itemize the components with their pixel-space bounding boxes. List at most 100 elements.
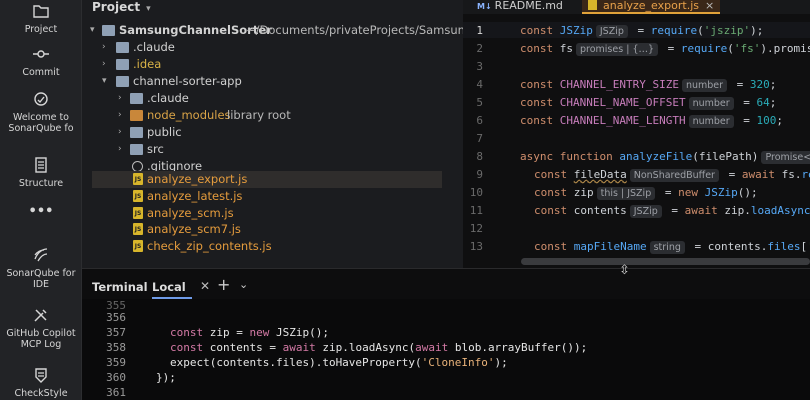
tree-item-analyze-scm[interactable]: JS analyze_scm.js (82, 205, 463, 222)
tree-item-src[interactable]: › src (82, 141, 463, 158)
line-number: 5 (476, 96, 483, 109)
chevron-right-icon[interactable]: › (118, 141, 128, 158)
add-terminal-icon[interactable]: + (217, 275, 230, 294)
tree-item-analyze-latest[interactable]: JS analyze_latest.js (82, 188, 463, 205)
activity-project[interactable]: Project (0, 2, 82, 35)
commit-icon (32, 45, 50, 63)
tree-item-label: .claude (133, 40, 175, 54)
js-file-icon: JS (133, 173, 143, 185)
activity-label: Structure (18, 178, 64, 189)
tree-item-root[interactable]: ▾ SamsungChannelSorter ~/Documents/priva… (82, 22, 463, 39)
activity-label: Project (24, 24, 58, 35)
tree-item-label: analyze_scm7.js (147, 222, 241, 236)
tree-item-analyze-export[interactable]: JS analyze_export.js (92, 171, 442, 188)
tree-item-label: .claude (147, 91, 189, 105)
activity-sonarqube-welcome[interactable]: Welcome to SonarQube fo (0, 90, 82, 134)
code-line: const JSZip JSZip = require('jszip'); (520, 24, 764, 38)
line-number: 13 (469, 240, 483, 253)
chevron-right-icon[interactable]: › (118, 90, 128, 107)
line-number: 6 (476, 114, 483, 127)
project-title: Project (92, 0, 141, 14)
more-icon[interactable]: ••• (0, 205, 82, 218)
tree-item-analyze-scm7[interactable]: JS analyze_scm7.js (82, 221, 463, 238)
code-line: async function analyzeFile(filePath) Prom… (520, 150, 810, 164)
terminal-tab-local[interactable]: Local (152, 280, 186, 294)
resize-handle-icon[interactable]: ⇳ (619, 263, 630, 278)
tree-item-label: .idea (133, 57, 162, 71)
activity-label: Commit (22, 67, 60, 78)
terminal-line: }); (156, 371, 176, 384)
js-file-icon: JS (133, 223, 143, 235)
tree-item-public[interactable]: › public (82, 124, 463, 141)
chevron-right-icon[interactable]: › (102, 56, 112, 73)
tree-item-label: analyze_export.js (147, 172, 248, 186)
code-line: const contents JSZip = await zip.loadAsyn… (534, 204, 810, 218)
terminal-panel: Terminal Local ✕ + ⌄ ⇳ 355 356 357 358 3… (82, 263, 810, 400)
editor-panel: M↓ README.md analyze_export.js × 1 2 3 4 5… (463, 0, 810, 268)
activity-checkstyle[interactable]: CheckStyle (0, 366, 82, 399)
inlay-hint: this | JSZip (596, 187, 656, 200)
js-file-icon: JS (133, 207, 143, 219)
inlay-hint: JSZip (595, 25, 628, 38)
code-line: const CHANNEL_NAME_OFFSET number = 64; (520, 96, 777, 110)
tree-item-claude[interactable]: › .claude (82, 39, 463, 56)
folder-icon (130, 93, 143, 104)
tree-item-check-zip-contents[interactable]: JS check_zip_contents.js (82, 238, 463, 255)
code-line: const mapFileName string = contents.files… (534, 240, 810, 254)
terminal-line-number: 357 (106, 326, 126, 339)
tree-item-suffix: library root (227, 108, 291, 122)
tree-item-label: check_zip_contents.js (147, 239, 272, 253)
tree-item-path: ~/Documents/privateProjects/SamsungC (246, 23, 463, 37)
terminal-title: Terminal (92, 280, 148, 294)
close-icon[interactable]: ✕ (200, 279, 210, 293)
line-number: 8 (476, 150, 483, 163)
chevron-down-icon: ▾ (146, 4, 151, 14)
activity-copilot-mcp-log[interactable]: GitHub Copilot MCP Log (0, 306, 82, 350)
terminal-header: Terminal Local ✕ + ⌄ ⇳ (82, 263, 810, 299)
tree-item-node-modules[interactable]: › node_modules library root (82, 107, 463, 124)
folder-icon (116, 42, 129, 53)
code-line: const zip this | JSZip = new JSZip(); (534, 186, 758, 200)
close-icon[interactable]: × (705, 0, 714, 12)
tree-item-claude-nested[interactable]: › .claude (82, 90, 463, 107)
tab-readme[interactable]: M↓ README.md (473, 0, 567, 14)
horizontal-scrollbar[interactable] (521, 258, 810, 265)
terminal-line: const zip = new JSZip(); (170, 326, 329, 339)
project-header[interactable]: Project ▾ (92, 0, 151, 14)
tools-icon (32, 306, 50, 324)
activity-sonarqube[interactable]: SonarQube for IDE (0, 246, 82, 290)
code-line: const CHANNEL_ENTRY_SIZE number = 320; (520, 78, 777, 92)
checkstyle-icon (32, 366, 50, 384)
tree-item-channel-sorter-app[interactable]: ▾ channel-sorter-app (82, 73, 463, 90)
terminal-line-number: 359 (106, 356, 126, 369)
tab-label: README.md (494, 0, 563, 12)
chevron-down-icon[interactable]: ⌄ (239, 278, 248, 291)
activity-label: SonarQube for IDE (6, 268, 76, 290)
activity-structure[interactable]: Structure (0, 156, 82, 189)
activity-commit[interactable]: Commit (0, 45, 82, 78)
project-panel: Project ▾ ▾ SamsungChannelSorter ~/Docume… (82, 0, 463, 268)
chevron-down-icon[interactable]: ▾ (90, 22, 100, 39)
terminal-line-number: 356 (106, 311, 126, 324)
inlay-hint: promises | {…} (576, 43, 659, 56)
chevron-right-icon[interactable]: › (118, 107, 128, 124)
terminal-line-number: 360 (106, 371, 126, 384)
structure-icon (32, 156, 50, 174)
sonarqube-icon (32, 246, 50, 264)
chevron-right-icon[interactable]: › (102, 39, 112, 56)
inlay-hint: Promise< (761, 151, 810, 164)
active-tab-indicator (152, 297, 192, 299)
tab-analyze-export[interactable]: analyze_export.js × (582, 0, 721, 14)
tree-item-label: src (147, 142, 164, 156)
line-number: 2 (476, 42, 483, 55)
chevron-right-icon[interactable]: › (118, 124, 128, 141)
tree-item-label: channel-sorter-app (133, 74, 242, 88)
inlay-hint: JSZip (629, 205, 662, 218)
tree-item-idea[interactable]: › .idea (82, 56, 463, 73)
tree-item-label: node_modules (147, 108, 231, 122)
chevron-down-icon[interactable]: ▾ (102, 73, 112, 90)
line-number: 11 (469, 204, 483, 217)
line-number: 3 (476, 60, 483, 73)
sonarqube-welcome-icon (32, 90, 50, 108)
tree-item-label: analyze_latest.js (147, 189, 243, 203)
